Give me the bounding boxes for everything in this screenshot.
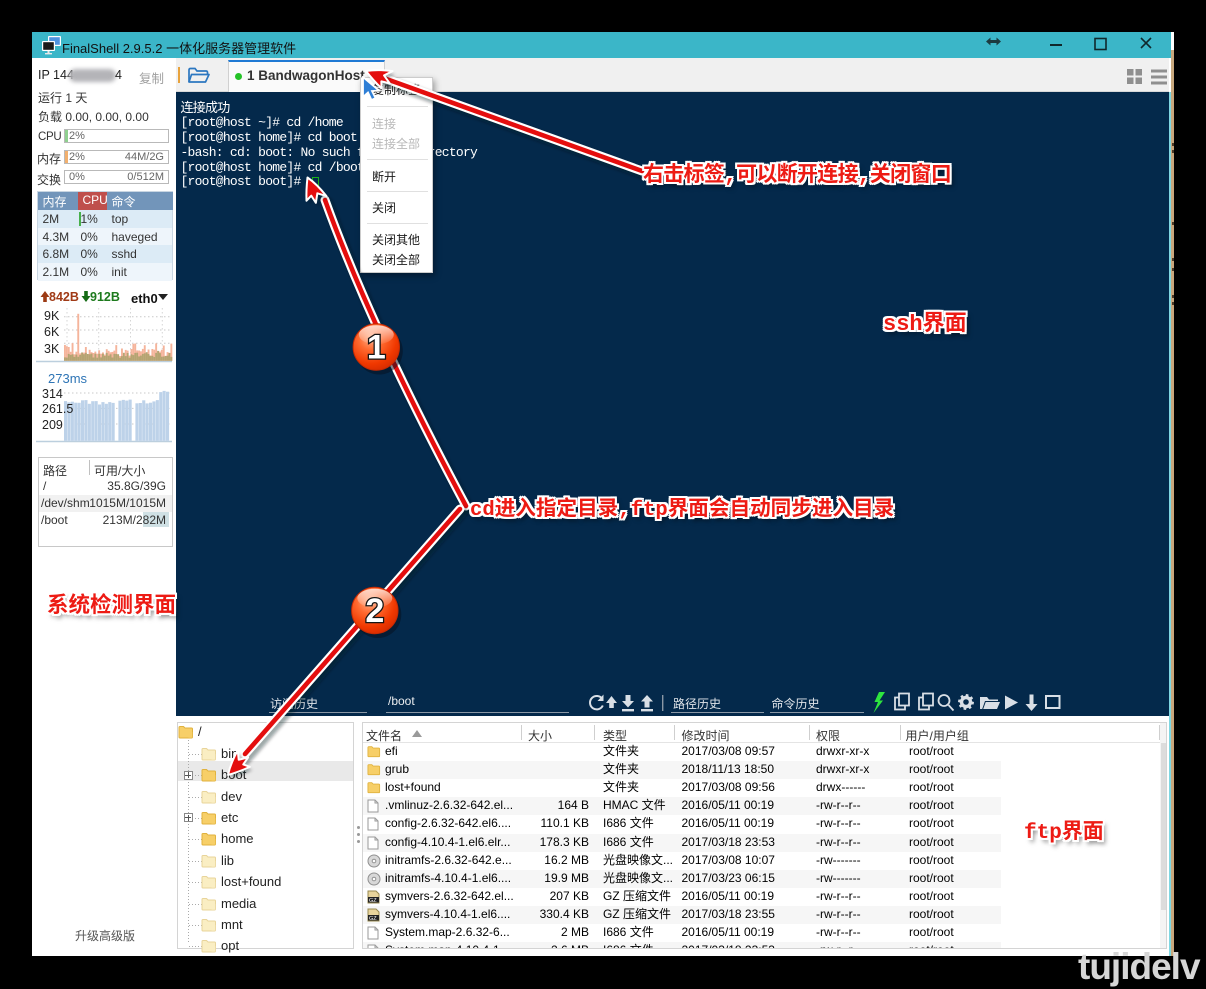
svg-text:GZ: GZ [369,916,377,922]
svg-text:GZ: GZ [369,898,377,904]
